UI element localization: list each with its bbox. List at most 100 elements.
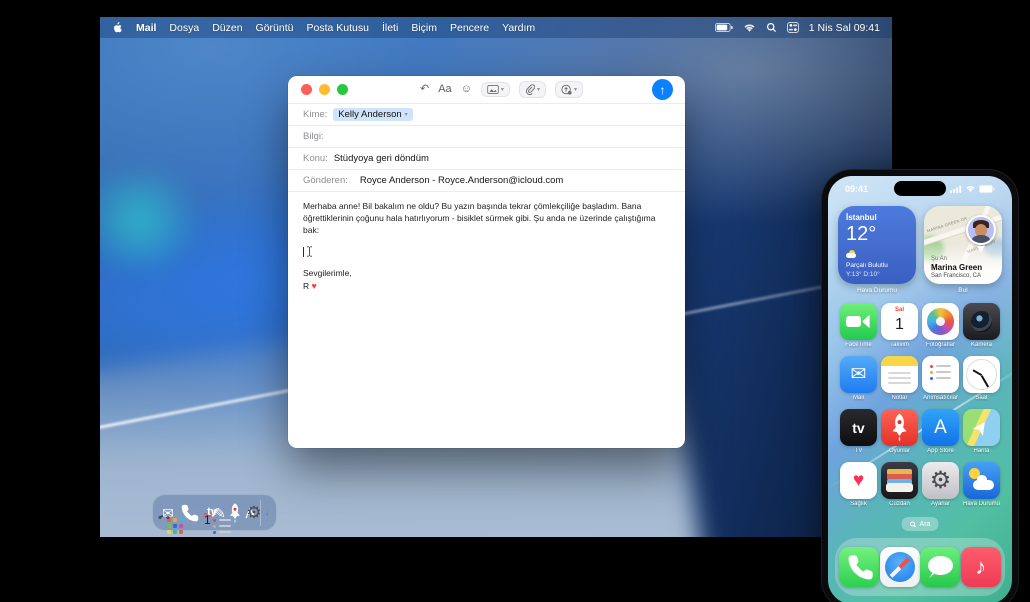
insert-share-button[interactable]: ▾ xyxy=(555,81,583,98)
attach-file-button[interactable]: ▾ xyxy=(519,81,546,98)
rocket-icon xyxy=(222,500,248,526)
close-button[interactable] xyxy=(301,84,312,95)
weather-city: İstanbul xyxy=(846,213,908,222)
wifi-icon xyxy=(965,185,976,193)
dock-phone[interactable] xyxy=(176,500,202,526)
app-facetime[interactable]: FaceTime xyxy=(838,303,879,348)
chevron-down-icon: ▾ xyxy=(405,112,408,118)
app-animsaticilar[interactable]: Anımsatıcılar xyxy=(920,356,961,401)
running-indicator xyxy=(167,516,170,519)
subject-field[interactable]: Konu: Stüdyoya geri döndüm xyxy=(288,148,685,170)
control-center-icon[interactable] xyxy=(787,22,799,33)
menu-item-dosya[interactable]: Dosya xyxy=(169,22,199,34)
emoji-button[interactable]: ☺ xyxy=(461,84,472,95)
battery-icon[interactable] xyxy=(715,23,733,32)
app-ayarlar[interactable]: ⚙ Ayarlar xyxy=(920,462,961,507)
format-text-button[interactable]: Aa xyxy=(438,84,451,95)
subject-value: Stüdyoya geri döndüm xyxy=(334,153,429,164)
undo-icon[interactable]: ↶ xyxy=(420,84,429,95)
app-notlar[interactable]: Notlar xyxy=(879,356,920,401)
recipient-token[interactable]: Kelly Anderson ▾ xyxy=(333,108,412,121)
search-label: Ara xyxy=(920,521,931,528)
menu-item-duzen[interactable]: Düzen xyxy=(212,22,242,34)
menu-item-mail[interactable]: Mail xyxy=(136,22,156,34)
home-screen-app-grid: FaceTime Sal1 Takvim Fotoğraflar Kamera … xyxy=(838,303,1002,507)
cellular-signal-icon xyxy=(950,185,962,193)
gear-icon: ⚙ xyxy=(922,462,959,499)
findmy-widget-label: Bul xyxy=(924,287,1002,294)
chevron-down-icon: ▾ xyxy=(537,87,540,93)
from-value: Royce Anderson - Royce.Anderson@icloud.c… xyxy=(360,175,563,186)
menubar-clock[interactable]: 1 Nis Sal 09:41 xyxy=(809,22,880,34)
app-cuzdan[interactable]: Cüzdan xyxy=(879,462,920,507)
zoom-button[interactable] xyxy=(337,84,348,95)
iphone-dock-mesajlar[interactable] xyxy=(920,547,960,587)
photo-browser-button[interactable]: ▾ xyxy=(481,82,510,97)
weather-condition: Parçalı Bulutlu xyxy=(846,262,888,269)
paperclip-icon xyxy=(525,84,535,95)
partly-cloudy-icon xyxy=(846,250,858,258)
app-appstore[interactable]: A App Store xyxy=(920,409,961,454)
menu-bar: Mail Dosya Düzen Görüntü Posta Kutusu İl… xyxy=(100,17,892,38)
share-circle-icon xyxy=(561,84,572,95)
wifi-icon[interactable] xyxy=(743,23,756,33)
app-saglik[interactable]: ♥ Sağlık xyxy=(838,462,879,507)
apple-menu-icon[interactable] xyxy=(112,21,123,34)
weather-temperature: 12° xyxy=(846,223,908,246)
app-oyunlar[interactable]: Oyunlar xyxy=(879,409,920,454)
app-hava-durumu[interactable]: Hava Durumu xyxy=(961,462,1002,507)
menu-item-yardim[interactable]: Yardım xyxy=(502,22,535,34)
app-mail[interactable]: ✉ Mail xyxy=(838,356,879,401)
search-icon[interactable] xyxy=(766,22,777,33)
compose-toolbar: ↶ Aa ☺ ▾ ▾ ▾ xyxy=(288,76,685,103)
weather-widget[interactable]: İstanbul 12° Parçalı Bulutlu Y:13° D:10° xyxy=(838,206,916,284)
iphone-dock-safari[interactable] xyxy=(880,547,920,587)
iphone-dock-telefon[interactable] xyxy=(839,547,879,587)
weather-high-low: Y:13° D:10° xyxy=(846,271,880,278)
phone-handset-icon xyxy=(176,500,202,526)
iphone-dock-muzik[interactable]: ♪ xyxy=(961,547,1001,587)
menu-item-pencere[interactable]: Pencere xyxy=(450,22,489,34)
iphone-dock: ♪ xyxy=(835,538,1005,596)
findmy-person: Marina Green xyxy=(931,263,982,272)
minimize-button[interactable] xyxy=(319,84,330,95)
spotlight-search-pill[interactable]: Ara xyxy=(902,517,939,531)
screenshot-stage: Mail Dosya Düzen Görüntü Posta Kutusu İl… xyxy=(0,0,1030,602)
photo-icon xyxy=(487,85,499,94)
body-paragraph: Merhaba anne! Bil bakalım ne oldu? Bu ya… xyxy=(303,201,670,237)
dynamic-island xyxy=(894,181,946,196)
search-icon xyxy=(910,521,917,528)
music-note-icon: ♪ xyxy=(961,547,1001,587)
heart-icon: ♥ xyxy=(840,462,877,499)
signature-initial: R xyxy=(303,281,309,291)
running-indicator xyxy=(159,516,162,519)
findmy-status: Şu An xyxy=(931,256,947,262)
menu-item-posta-kutusu[interactable]: Posta Kutusu xyxy=(307,22,369,34)
compose-header-fields: Kime: Kelly Anderson ▾ Bilgi: Konu: Stüd… xyxy=(288,103,685,192)
subject-label: Konu: xyxy=(303,153,328,164)
dock-games[interactable] xyxy=(222,500,248,526)
iphone-device: 09:41 İstanbul 12° Parçalı Bulutlu Y:13°… xyxy=(822,170,1018,602)
menu-item-ileti[interactable]: İleti xyxy=(382,22,398,34)
menu-item-bicim[interactable]: Biçim xyxy=(411,22,437,34)
battery-icon xyxy=(979,185,995,193)
to-field[interactable]: Kime: Kelly Anderson ▾ xyxy=(288,104,685,126)
iphone-screen: 09:41 İstanbul 12° Parçalı Bulutlu Y:13°… xyxy=(828,176,1012,602)
cc-label: Bilgi: xyxy=(303,131,324,142)
app-kamera[interactable]: Kamera xyxy=(961,303,1002,348)
iphone-clock: 09:41 xyxy=(845,184,868,194)
from-field[interactable]: Gönderen: Royce Anderson - Royce.Anderso… xyxy=(288,170,685,192)
send-button[interactable]: ↑ xyxy=(652,79,673,100)
findmy-widget[interactable]: MARINA GREEN DR MARINA BLVD Şu An Marina… xyxy=(924,206,1002,284)
cc-field[interactable]: Bilgi: xyxy=(288,126,685,148)
weather-widget-label: Hava Durumu xyxy=(838,287,916,294)
app-saat[interactable]: Saat xyxy=(961,356,1002,401)
phone-handset-icon xyxy=(839,547,879,587)
text-caret xyxy=(303,247,304,257)
app-fotograflar[interactable]: Fotoğraflar xyxy=(920,303,961,348)
menu-item-goruntu[interactable]: Görüntü xyxy=(256,22,294,34)
app-harita[interactable]: Harita xyxy=(961,409,1002,454)
message-body[interactable]: Merhaba anne! Bil bakalım ne oldu? Bu ya… xyxy=(288,192,685,301)
app-takvim[interactable]: Sal1 Takvim xyxy=(879,303,920,348)
app-tv[interactable]: tv TV xyxy=(838,409,879,454)
